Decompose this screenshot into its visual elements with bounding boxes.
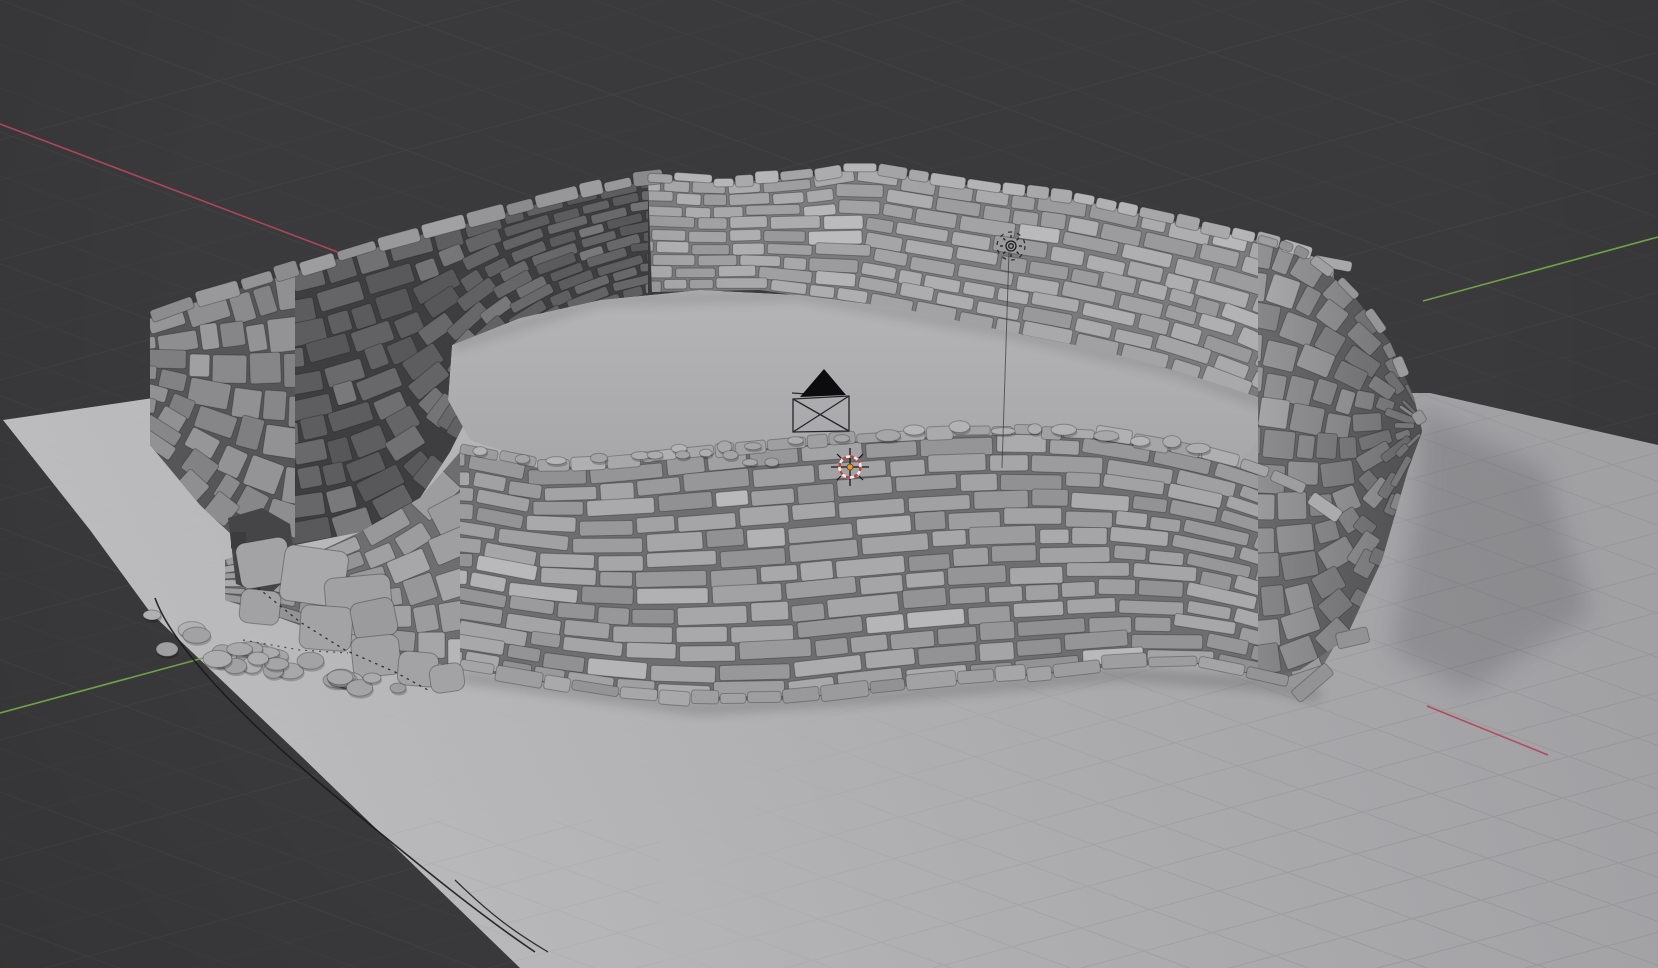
viewport-3d[interactable] [0,0,1658,968]
cursor-origin-dot [847,464,853,470]
viewport-canvas[interactable] [0,0,1658,968]
gate-block [299,604,354,652]
gate-block [238,588,281,626]
gate-block [428,662,466,694]
